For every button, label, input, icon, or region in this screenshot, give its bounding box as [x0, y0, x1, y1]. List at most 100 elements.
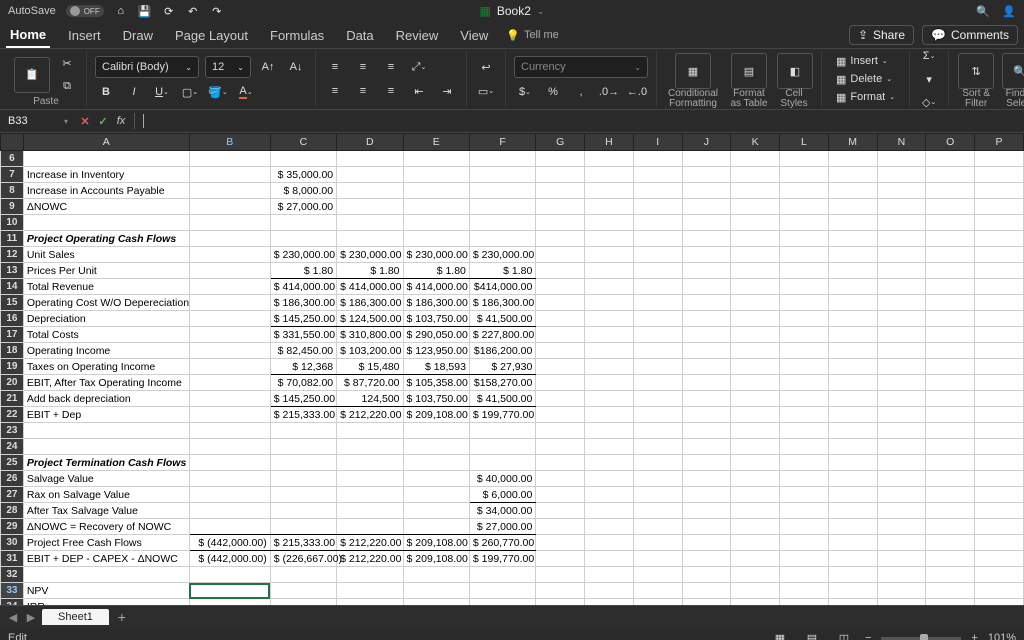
cell-P15[interactable]	[975, 295, 1024, 311]
view-normal-icon[interactable]: ▦	[769, 628, 791, 640]
cell-E24[interactable]	[403, 439, 469, 455]
cell-F22[interactable]: $ 199,770.00	[469, 407, 535, 423]
cell-M34[interactable]	[828, 599, 877, 606]
cell-F32[interactable]	[469, 567, 535, 583]
cell-P7[interactable]	[975, 167, 1024, 183]
cell-K31[interactable]	[731, 551, 780, 567]
cell-B12[interactable]	[189, 247, 270, 263]
cell-N7[interactable]	[877, 167, 926, 183]
cell-N21[interactable]	[877, 391, 926, 407]
cell-P23[interactable]	[975, 423, 1024, 439]
cell-C29[interactable]	[270, 519, 336, 535]
cell-H20[interactable]	[585, 375, 634, 391]
cancel-formula-icon[interactable]: ✕	[76, 115, 94, 128]
cell-I31[interactable]	[633, 551, 682, 567]
cell-F16[interactable]: $ 41,500.00	[469, 311, 535, 327]
cell-H27[interactable]	[585, 487, 634, 503]
cell-E15[interactable]: $ 186,300.00	[403, 295, 469, 311]
cell-I6[interactable]	[633, 151, 682, 167]
indent-inc-icon[interactable]: ⇥	[436, 81, 458, 101]
cell-E33[interactable]	[403, 583, 469, 599]
col-header-P[interactable]: P	[975, 134, 1024, 151]
increase-font-icon[interactable]: A↑	[257, 57, 279, 77]
format-as-table-button[interactable]: ▤	[731, 53, 767, 89]
fx-icon[interactable]: fx	[112, 115, 130, 127]
col-header-C[interactable]: C	[270, 134, 336, 151]
cell-J8[interactable]	[682, 183, 731, 199]
col-header-N[interactable]: N	[877, 134, 926, 151]
row-header-18[interactable]: 18	[1, 343, 24, 359]
cell-P30[interactable]	[975, 535, 1024, 551]
cell-K6[interactable]	[731, 151, 780, 167]
cell-D30[interactable]: $ 212,220.00	[337, 535, 403, 551]
cell-D16[interactable]: $ 124,500.00	[337, 311, 403, 327]
cell-C32[interactable]	[270, 567, 336, 583]
col-header-M[interactable]: M	[828, 134, 877, 151]
cell-M23[interactable]	[828, 423, 877, 439]
cell-O11[interactable]	[926, 231, 975, 247]
cell-N13[interactable]	[877, 263, 926, 279]
cell-M27[interactable]	[828, 487, 877, 503]
cell-B9[interactable]	[189, 199, 270, 215]
cell-I27[interactable]	[633, 487, 682, 503]
cell-F13[interactable]: $ 1.80	[469, 263, 535, 279]
cell-K7[interactable]	[731, 167, 780, 183]
cell-C6[interactable]	[270, 151, 336, 167]
cell-A11[interactable]: Project Operating Cash Flows	[23, 231, 189, 247]
cell-I30[interactable]	[633, 535, 682, 551]
cell-E29[interactable]	[403, 519, 469, 535]
cell-O12[interactable]	[926, 247, 975, 263]
cell-M32[interactable]	[828, 567, 877, 583]
cell-O8[interactable]	[926, 183, 975, 199]
cell-I25[interactable]	[633, 455, 682, 471]
cell-N28[interactable]	[877, 503, 926, 519]
cell-O15[interactable]	[926, 295, 975, 311]
col-header-K[interactable]: K	[731, 134, 780, 151]
cell-B14[interactable]	[189, 279, 270, 295]
row-header-22[interactable]: 22	[1, 407, 24, 423]
cell-G30[interactable]	[536, 535, 585, 551]
autosum-icon[interactable]: Σ⌄	[918, 46, 940, 66]
cell-C31[interactable]: $ (226,667.00)	[270, 551, 336, 567]
cell-D33[interactable]	[337, 583, 403, 599]
cell-C22[interactable]: $ 215,333.00	[270, 407, 336, 423]
cell-N22[interactable]	[877, 407, 926, 423]
cell-K11[interactable]	[731, 231, 780, 247]
cell-O7[interactable]	[926, 167, 975, 183]
bold-button[interactable]: B	[95, 82, 117, 102]
cell-M7[interactable]	[828, 167, 877, 183]
cell-L21[interactable]	[780, 391, 829, 407]
cell-O29[interactable]	[926, 519, 975, 535]
cell-P6[interactable]	[975, 151, 1024, 167]
cell-K10[interactable]	[731, 215, 780, 231]
cell-C7[interactable]: $ 35,000.00	[270, 167, 336, 183]
row-header-10[interactable]: 10	[1, 215, 24, 231]
cell-A15[interactable]: Operating Cost W/O Depereciation	[23, 295, 189, 311]
cell-N19[interactable]	[877, 359, 926, 375]
cell-H13[interactable]	[585, 263, 634, 279]
row-header-34[interactable]: 34	[1, 599, 24, 606]
clear-icon[interactable]: ◇⌄	[918, 92, 940, 112]
cell-M33[interactable]	[828, 583, 877, 599]
cell-D18[interactable]: $ 103,200.00	[337, 343, 403, 359]
sheet-next-icon[interactable]: ▶	[24, 611, 38, 624]
cell-E32[interactable]	[403, 567, 469, 583]
cell-O24[interactable]	[926, 439, 975, 455]
cell-J27[interactable]	[682, 487, 731, 503]
cell-H9[interactable]	[585, 199, 634, 215]
cell-F23[interactable]	[469, 423, 535, 439]
cell-E25[interactable]	[403, 455, 469, 471]
share-button[interactable]: ⇪ Share	[849, 25, 914, 45]
cell-K18[interactable]	[731, 343, 780, 359]
cell-E11[interactable]	[403, 231, 469, 247]
row-header-14[interactable]: 14	[1, 279, 24, 295]
cell-I26[interactable]	[633, 471, 682, 487]
cell-I15[interactable]	[633, 295, 682, 311]
cell-G21[interactable]	[536, 391, 585, 407]
cell-K9[interactable]	[731, 199, 780, 215]
cell-I22[interactable]	[633, 407, 682, 423]
cell-P26[interactable]	[975, 471, 1024, 487]
cell-L26[interactable]	[780, 471, 829, 487]
cell-J16[interactable]	[682, 311, 731, 327]
cell-F31[interactable]: $ 199,770.00	[469, 551, 535, 567]
